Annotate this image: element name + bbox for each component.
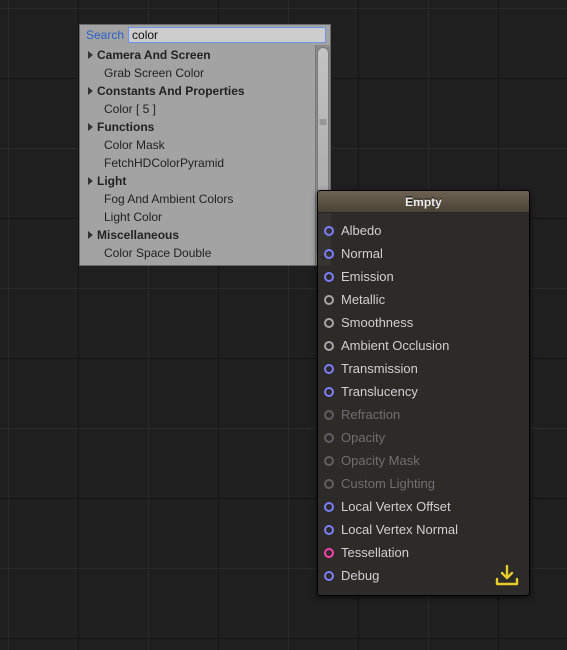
category-label: Camera And Screen	[97, 48, 211, 62]
port-connector-icon[interactable]	[324, 571, 334, 581]
category-label: Miscellaneous	[97, 228, 179, 242]
port-label: Tessellation	[341, 545, 409, 560]
category-row[interactable]: Constants And Properties	[82, 82, 315, 100]
port-connector-icon[interactable]	[324, 502, 334, 512]
port-connector-icon[interactable]	[324, 364, 334, 374]
expand-triangle-icon	[88, 123, 93, 131]
search-row: Search	[80, 25, 330, 45]
port-label: Albedo	[341, 223, 381, 238]
search-label: Search	[86, 28, 124, 42]
port-connector-icon	[324, 479, 334, 489]
port-connector-icon[interactable]	[324, 341, 334, 351]
category-row[interactable]: Miscellaneous	[82, 226, 315, 244]
port-label: Normal	[341, 246, 383, 261]
port-connector-icon	[324, 410, 334, 420]
expand-triangle-icon	[88, 51, 93, 59]
port-label: Local Vertex Offset	[341, 499, 451, 514]
port-label: Opacity Mask	[341, 453, 420, 468]
port-connector-icon[interactable]	[324, 387, 334, 397]
port-row[interactable]: Translucency	[324, 380, 523, 403]
category-label: Light	[97, 174, 126, 188]
search-results-list: Camera And Screen Grab Screen Color Consta…	[80, 45, 315, 265]
expand-triangle-icon	[88, 87, 93, 95]
result-item[interactable]: Grab Screen Color	[82, 64, 315, 82]
port-row[interactable]: Ambient Occlusion	[324, 334, 523, 357]
node-title[interactable]: Empty	[318, 191, 529, 213]
port-label: Debug	[341, 568, 379, 583]
result-item[interactable]: Light Color	[82, 208, 315, 226]
port-label: Metallic	[341, 292, 385, 307]
port-row[interactable]: Transmission	[324, 357, 523, 380]
expand-triangle-icon	[88, 231, 93, 239]
port-connector-icon[interactable]	[324, 525, 334, 535]
port-row: Refraction	[324, 403, 523, 426]
port-row[interactable]: Albedo	[324, 219, 523, 242]
result-item[interactable]: Color [ 5 ]	[82, 100, 315, 118]
port-label: Transmission	[341, 361, 418, 376]
result-item[interactable]: FetchHDColorPyramid	[82, 154, 315, 172]
category-label: Functions	[97, 120, 154, 134]
port-row: Custom Lighting	[324, 472, 523, 495]
port-label: Translucency	[341, 384, 418, 399]
port-connector-icon	[324, 433, 334, 443]
port-row[interactable]: Normal	[324, 242, 523, 265]
port-row[interactable]: Local Vertex Offset	[324, 495, 523, 518]
search-input[interactable]	[128, 27, 326, 43]
node-search-panel: Search Camera And Screen Grab Screen Colo…	[79, 24, 331, 266]
port-row: Opacity Mask	[324, 449, 523, 472]
port-connector-icon	[324, 456, 334, 466]
expand-triangle-icon	[88, 177, 93, 185]
category-row[interactable]: Light	[82, 172, 315, 190]
port-connector-icon[interactable]	[324, 249, 334, 259]
scrollbar-thumb[interactable]	[317, 47, 329, 197]
port-row[interactable]: Tessellation	[324, 541, 523, 564]
port-row[interactable]: Smoothness	[324, 311, 523, 334]
result-item[interactable]: Color Space Double	[82, 244, 315, 262]
category-label: Constants And Properties	[97, 84, 245, 98]
port-connector-icon[interactable]	[324, 226, 334, 236]
port-label: Emission	[341, 269, 394, 284]
port-row[interactable]: Emission	[324, 265, 523, 288]
port-label: Opacity	[341, 430, 385, 445]
category-row[interactable]: Camera And Screen	[82, 46, 315, 64]
port-label: Ambient Occlusion	[341, 338, 449, 353]
port-connector-icon[interactable]	[324, 272, 334, 282]
result-item[interactable]: Color Mask	[82, 136, 315, 154]
port-connector-icon[interactable]	[324, 318, 334, 328]
port-label: Refraction	[341, 407, 400, 422]
port-label: Smoothness	[341, 315, 413, 330]
port-label: Local Vertex Normal	[341, 522, 458, 537]
port-row: Opacity	[324, 426, 523, 449]
download-icon	[493, 563, 521, 589]
category-row[interactable]: Functions	[82, 118, 315, 136]
master-node[interactable]: Empty Albedo Normal Emission Metallic Smooth…	[317, 190, 530, 596]
save-shader-button[interactable]	[493, 563, 521, 589]
port-row[interactable]: Local Vertex Normal	[324, 518, 523, 541]
result-item[interactable]: Fog And Ambient Colors	[82, 190, 315, 208]
port-connector-icon[interactable]	[324, 295, 334, 305]
node-ports: Albedo Normal Emission Metallic Smoothness Am…	[318, 213, 529, 587]
port-connector-icon[interactable]	[324, 548, 334, 558]
port-label: Custom Lighting	[341, 476, 435, 491]
port-row[interactable]: Metallic	[324, 288, 523, 311]
